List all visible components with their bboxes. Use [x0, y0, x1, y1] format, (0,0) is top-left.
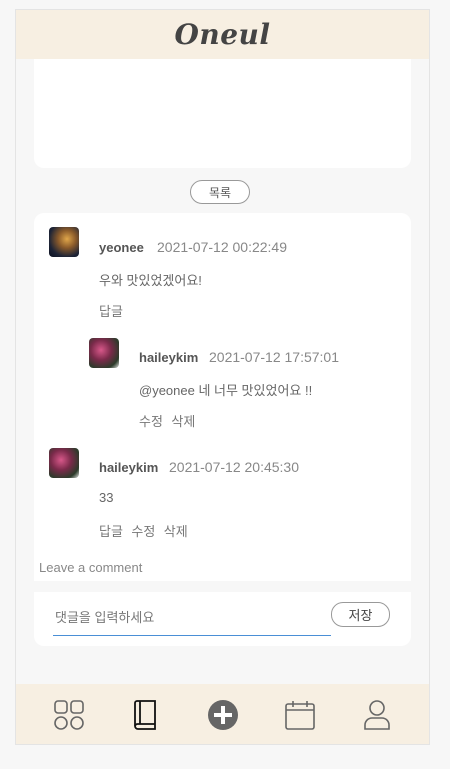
- app-logo[interactable]: Oneul: [174, 18, 270, 51]
- user-icon: [363, 699, 390, 730]
- nav-item-grid[interactable]: [49, 695, 89, 735]
- avatar: [49, 227, 79, 257]
- bottom-nav: [16, 684, 429, 744]
- comment-actions: 수정 삭제: [139, 411, 199, 431]
- grid-icon: [53, 699, 84, 730]
- avatar: [89, 338, 119, 368]
- comment-author: haileykim: [99, 460, 159, 475]
- nav-item-profile[interactable]: [357, 695, 397, 735]
- save-button[interactable]: 저장: [331, 602, 390, 627]
- app-header: Oneul: [16, 10, 429, 59]
- comment-author: yeonee: [99, 240, 144, 255]
- calendar-icon: [284, 700, 315, 730]
- edit-button[interactable]: 수정: [131, 524, 155, 539]
- leave-comment-label: Leave a comment: [39, 560, 143, 575]
- plus-circle-icon: [207, 699, 238, 730]
- comment-date: 2021-07-12 00:22:49: [157, 239, 287, 255]
- nav-item-book[interactable]: [126, 695, 166, 735]
- comment-date: 2021-07-12 20:45:30: [169, 459, 299, 475]
- comments-section: yeonee 2021-07-12 00:22:49 우와 맛있었겠어요! 답글…: [34, 213, 411, 581]
- comment-author: haileykim: [139, 350, 199, 365]
- nav-item-add[interactable]: [203, 695, 243, 735]
- post-content-card: [34, 59, 411, 168]
- comment-actions: 답글: [99, 301, 127, 321]
- delete-button[interactable]: 삭제: [164, 524, 188, 539]
- list-button[interactable]: 목록: [190, 180, 250, 204]
- edit-button[interactable]: 수정: [139, 414, 163, 429]
- comment-form: 저장: [34, 592, 411, 646]
- delete-button[interactable]: 삭제: [171, 414, 195, 429]
- nav-item-calendar[interactable]: [280, 695, 320, 735]
- comment-text: @yeonee 네 너무 맛있었어요 !!: [139, 383, 313, 398]
- comment-input[interactable]: [53, 600, 331, 636]
- reply-button[interactable]: 답글: [99, 524, 123, 539]
- book-icon: [133, 699, 156, 730]
- avatar: [49, 448, 79, 478]
- comment-actions: 답글 수정 삭제: [99, 521, 192, 541]
- comment-date: 2021-07-12 17:57:01: [209, 349, 339, 365]
- app-frame: Oneul 목록 yeonee 2021-07-12 00:22:49 우와 맛…: [15, 9, 430, 745]
- comment-text: 우와 맛있었겠어요!: [99, 273, 202, 288]
- comment-text: 33: [99, 490, 114, 505]
- reply-button[interactable]: 답글: [99, 304, 123, 319]
